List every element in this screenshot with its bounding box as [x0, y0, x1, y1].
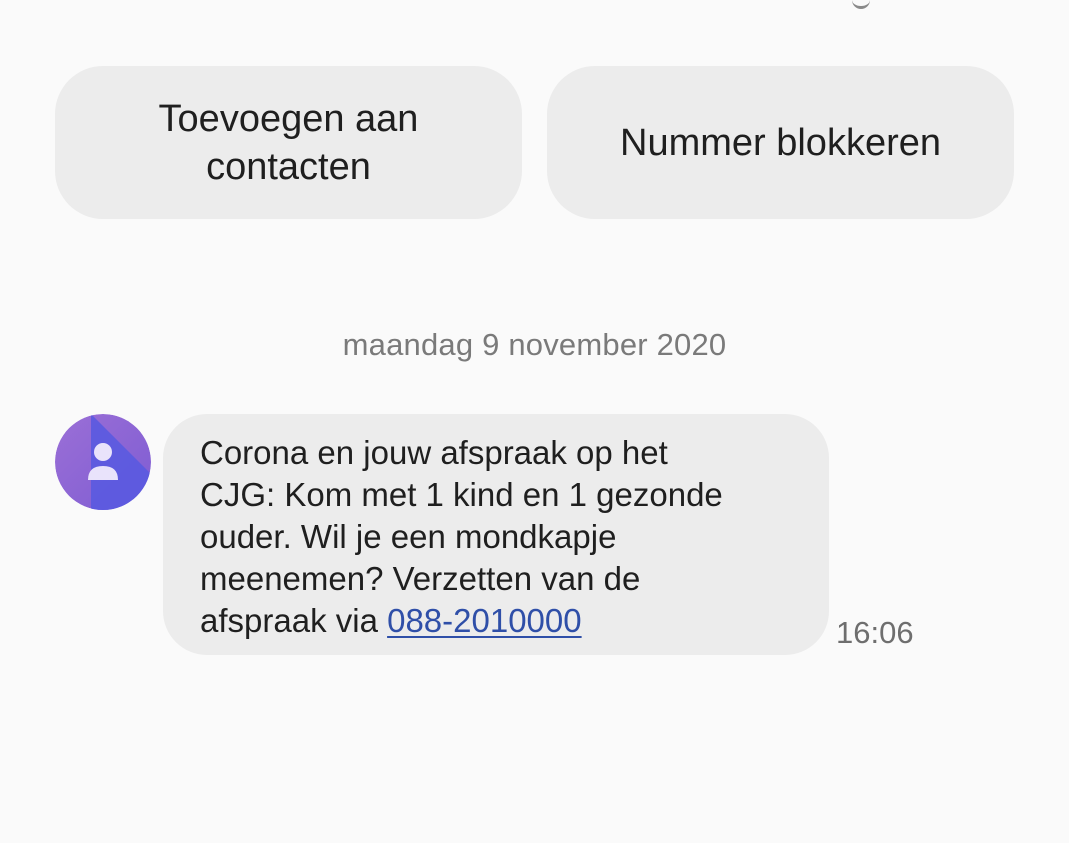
- person-icon: [55, 414, 151, 510]
- sender-actions: Toevoegen aan contacten Nummer blokkeren: [55, 66, 1014, 219]
- message-timestamp: 16:06: [836, 615, 914, 650]
- phone-number-link[interactable]: 088-2010000: [387, 602, 582, 639]
- add-to-contacts-button[interactable]: Toevoegen aan contacten: [55, 66, 522, 219]
- message-bubble[interactable]: Corona en jouw afspraak op het CJG: Kom …: [163, 414, 829, 655]
- add-to-contacts-label: Toevoegen aan contacten: [158, 97, 419, 188]
- block-number-button[interactable]: Nummer blokkeren: [547, 66, 1014, 219]
- top-edge-icon: [852, 0, 870, 9]
- date-separator: maandag 9 november 2020: [342, 327, 727, 362]
- contact-avatar[interactable]: [55, 414, 151, 510]
- block-number-label: Nummer blokkeren: [620, 121, 941, 164]
